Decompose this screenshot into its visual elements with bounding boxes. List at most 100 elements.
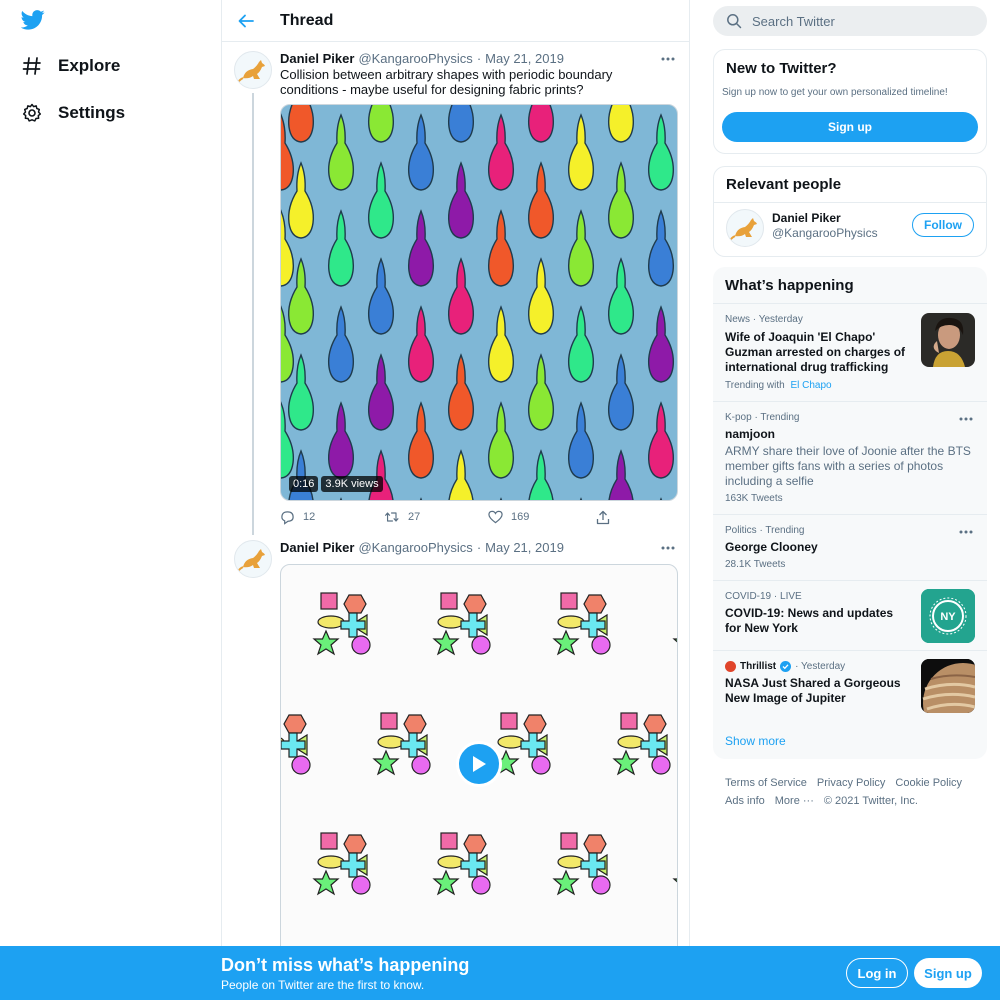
trend-count: 28.1K Tweets <box>725 559 786 570</box>
retweet-button[interactable]: 27 <box>384 510 488 524</box>
star-shape <box>432 629 460 656</box>
trend-meta: Thrillist · Yesterday <box>725 661 845 672</box>
trend-title: namjoon <box>725 427 775 441</box>
retweet-count: 27 <box>408 511 421 523</box>
cross-shape <box>281 732 306 758</box>
avatar[interactable] <box>726 209 764 247</box>
tweet-video[interactable]: 0:16 3.9K views <box>280 104 678 501</box>
tweet[interactable]: Daniel Piker @KangarooPhysics · May 21, … <box>222 538 689 964</box>
pin-shape <box>448 449 474 500</box>
login-button[interactable]: Log in <box>846 958 908 988</box>
tweet-video[interactable] <box>280 564 678 964</box>
search-bar[interactable]: Search Twitter <box>713 6 987 36</box>
pin-shape <box>487 305 515 383</box>
footer-links: Terms of Service Privacy Policy Cookie Pol… <box>725 774 985 810</box>
bottom-bar-title: Don’t miss what’s happening <box>221 955 470 975</box>
tweet-author-handle[interactable]: @KangarooPhysics <box>358 51 472 66</box>
trend-item[interactable]: COVID-19 · LIVE COVID-19: News and updat… <box>713 580 987 650</box>
twitter-logo-icon[interactable] <box>20 9 45 33</box>
trend-description: ARMY share their love of Joonie after th… <box>725 444 971 488</box>
pin-shape <box>528 449 554 500</box>
star-shape <box>552 629 580 656</box>
more-options-icon[interactable] <box>959 414 973 424</box>
pin-shape <box>499 497 503 500</box>
pin-shape <box>579 497 583 500</box>
trending-with-link[interactable]: El Chapo <box>790 380 831 391</box>
person-handle[interactable]: @KangarooPhysics <box>772 226 878 240</box>
trend-item[interactable]: Thrillist · Yesterday NASA Just Shared a… <box>713 650 987 720</box>
more-options-icon[interactable] <box>659 52 677 66</box>
tweet[interactable]: Daniel Piker @KangarooPhysics · May 21, … <box>222 42 689 538</box>
play-icon <box>473 756 486 772</box>
more-options-icon[interactable] <box>959 527 973 537</box>
pin-shape <box>607 105 635 143</box>
kangaroo-icon <box>236 60 265 85</box>
nav-item-explore[interactable]: Explore <box>22 52 120 80</box>
avatar[interactable] <box>234 51 272 89</box>
circle-shape <box>591 875 611 895</box>
trend-item[interactable]: K-pop · Trending namjoon ARMY share thei… <box>713 401 987 514</box>
verified-badge-icon <box>780 661 792 672</box>
pin-shape <box>447 353 475 431</box>
footer-link[interactable]: Ads info <box>725 795 765 807</box>
circle-shape <box>351 635 371 655</box>
signup-button[interactable]: Sign up <box>914 958 982 988</box>
nav-item-settings[interactable]: Settings <box>22 99 125 127</box>
tweet-date[interactable]: May 21, 2019 <box>485 540 564 555</box>
pin-shape <box>527 353 555 431</box>
tweet-date[interactable]: May 21, 2019 <box>485 51 564 66</box>
hexagon-shape <box>343 834 367 854</box>
tweet-author-handle[interactable]: @KangarooPhysics <box>358 540 472 555</box>
square-shape <box>320 592 338 610</box>
like-button[interactable]: 169 <box>488 510 596 524</box>
pin-shape <box>567 401 595 479</box>
tweet-author-name[interactable]: Daniel Piker <box>280 540 354 555</box>
search-input[interactable]: Search Twitter <box>752 14 835 29</box>
follow-button[interactable]: Follow <box>912 213 974 237</box>
star-shape <box>312 629 340 656</box>
trend-count: 163K Tweets <box>725 493 783 504</box>
more-options-icon[interactable] <box>659 541 677 555</box>
share-button[interactable] <box>596 510 618 525</box>
pin-shape <box>567 113 595 191</box>
trend-item[interactable]: Politics · Trending George Clooney 28.1K… <box>713 514 987 580</box>
back-arrow-icon[interactable] <box>236 11 256 31</box>
pin-shape <box>527 257 555 335</box>
star-shape <box>372 749 400 776</box>
pin-shape <box>607 257 635 335</box>
sidebar-signup-button[interactable]: Sign up <box>722 112 978 142</box>
square-shape <box>560 832 578 850</box>
trend-title: NASA Just Shared a Gorgeous New Image of… <box>725 676 901 705</box>
copyright: © 2021 Twitter, Inc. <box>823 795 918 807</box>
ellipse-shape <box>317 615 345 629</box>
tweet-author-name[interactable]: Daniel Piker <box>280 51 354 66</box>
person-name[interactable]: Daniel Piker <box>772 211 841 225</box>
kangaroo-icon <box>728 218 757 243</box>
pin-shape <box>367 105 395 143</box>
hexagon-shape <box>403 714 427 734</box>
pin-shape <box>407 305 435 383</box>
footer-link[interactable]: Privacy Policy <box>817 777 885 789</box>
pin-shape <box>647 209 675 287</box>
avatar[interactable] <box>234 540 272 578</box>
trend-item[interactable]: News · Yesterday Wife of Joaquin 'El Cha… <box>713 303 987 401</box>
tweet-text: Collision between arbitrary shapes with … <box>280 67 613 97</box>
pin-shape <box>367 161 395 239</box>
footer-link[interactable]: Cookie Policy <box>895 777 962 789</box>
cross-shape <box>580 612 606 638</box>
trend-meta: News · Yesterday <box>725 314 803 325</box>
star-shape <box>672 638 677 656</box>
reply-button[interactable]: 12 <box>280 510 384 525</box>
play-button[interactable] <box>456 741 502 787</box>
reply-count: 12 <box>303 511 316 523</box>
relevant-people-title: Relevant people <box>726 176 842 193</box>
trend-thumbnail: NY <box>921 589 975 643</box>
pin-shape <box>419 497 423 500</box>
hashtag-icon <box>22 56 42 76</box>
search-icon <box>726 13 742 29</box>
footer-link[interactable]: Terms of Service <box>725 777 807 789</box>
pin-shape <box>659 497 663 500</box>
show-more-link[interactable]: Show more <box>725 734 786 748</box>
footer-link[interactable]: More ··· <box>775 795 814 807</box>
hexagon-shape <box>643 714 667 734</box>
